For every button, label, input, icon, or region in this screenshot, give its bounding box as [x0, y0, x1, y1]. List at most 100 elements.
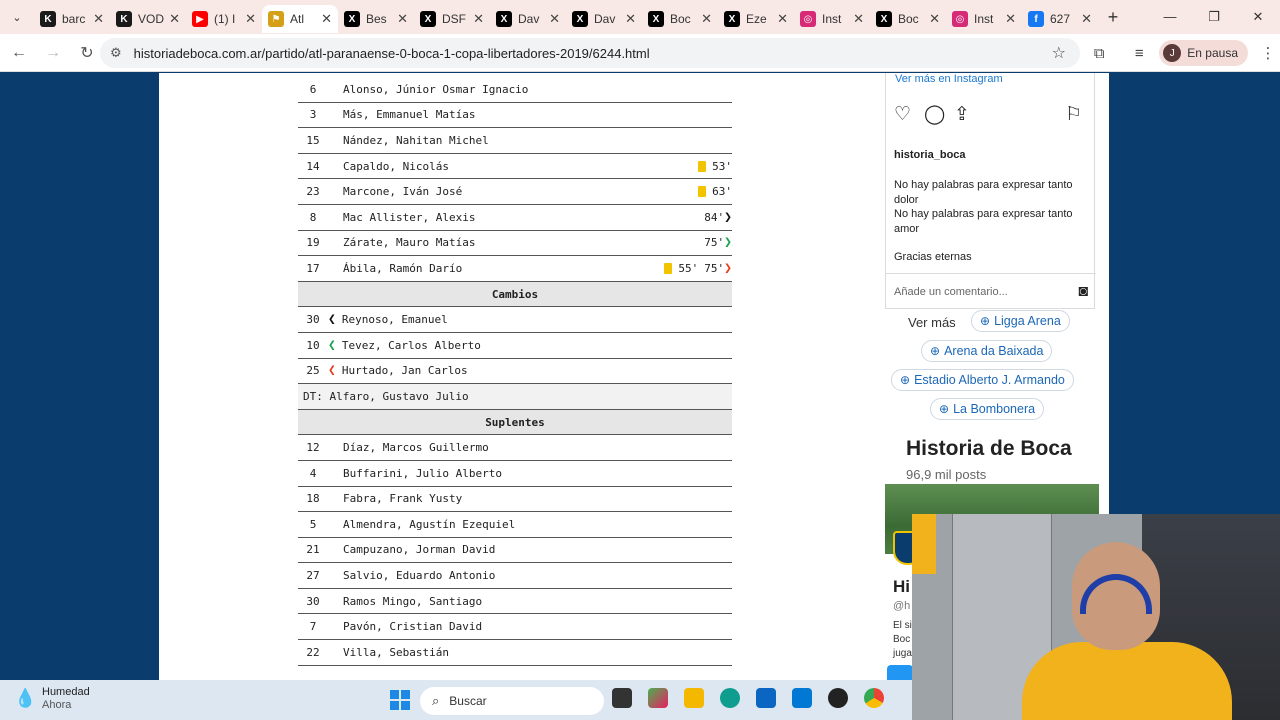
- copilot-icon[interactable]: [648, 688, 668, 708]
- share-icon[interactable]: ⇪: [954, 103, 970, 126]
- sub-minute: 75': [704, 236, 725, 250]
- tab-close-icon[interactable]: ✕: [473, 11, 484, 27]
- tab-close-icon[interactable]: ✕: [169, 11, 180, 27]
- reload-button[interactable]: ↻: [72, 43, 102, 63]
- chip-arena-da-baixada[interactable]: ⊕ Arena da Baixada: [921, 340, 1053, 362]
- taskbar-search[interactable]: ⌕ Buscar: [420, 687, 604, 715]
- start-button[interactable]: [390, 690, 410, 710]
- tab-favicon-icon: X: [420, 11, 436, 27]
- player-number: 17: [306, 261, 320, 275]
- substitute-row: 30 ❮ Reynoso, Emanuel: [298, 307, 732, 333]
- tab-close-icon[interactable]: ✕: [549, 11, 560, 27]
- tab-title: barc: [62, 12, 86, 26]
- tab-close-icon[interactable]: ✕: [245, 11, 256, 27]
- tab-title: Inst: [822, 12, 842, 26]
- card-minute: 63': [712, 185, 732, 199]
- player-events: 63': [698, 185, 732, 198]
- forward-button[interactable]: →: [38, 44, 68, 62]
- bookmark-star-icon[interactable]: ☆: [1052, 43, 1066, 63]
- bookmark-icon[interactable]: ⚐: [1065, 103, 1082, 126]
- media-controls-icon[interactable]: ≡: [1119, 45, 1159, 62]
- browser-tab[interactable]: K VOD ✕: [110, 5, 186, 33]
- player-number: 21: [306, 543, 320, 557]
- follow-button[interactable]: [887, 665, 913, 680]
- sub-in-arrow-icon: ❮: [328, 312, 336, 328]
- comment-icon[interactable]: ◯: [924, 103, 945, 126]
- chip-label: Ligga Arena: [994, 314, 1061, 328]
- webcam-flag: [912, 514, 936, 574]
- weather-text: Humedad Ahora: [42, 686, 90, 712]
- new-tab-button[interactable]: +: [1098, 7, 1128, 28]
- edge-browser-icon[interactable]: [720, 688, 740, 708]
- outlook-icon[interactable]: [756, 688, 776, 708]
- tab-close-icon[interactable]: ✕: [321, 11, 332, 27]
- browser-tab[interactable]: X DSF ✕: [414, 5, 490, 33]
- store-icon[interactable]: [792, 688, 812, 708]
- suplentes-header: Suplentes: [298, 409, 732, 436]
- tab-close-icon[interactable]: ✕: [853, 11, 864, 27]
- instagram-comment-box[interactable]: Añade un comentario... ◙: [886, 273, 1096, 309]
- chip-ligga-arena[interactable]: ⊕ Ligga Arena: [971, 310, 1070, 332]
- instagram-logo-icon[interactable]: ◙: [1078, 283, 1088, 301]
- tab-close-icon[interactable]: ✕: [777, 11, 788, 27]
- tab-search-dropdown[interactable]: ⌄: [0, 0, 34, 34]
- tab-close-icon[interactable]: ✕: [397, 11, 408, 27]
- tab-close-icon[interactable]: ✕: [929, 11, 940, 27]
- browser-tab[interactable]: X Dav ✕: [566, 5, 642, 33]
- tab-title: Boc: [670, 12, 691, 26]
- browser-tab[interactable]: ◎ Inst ✕: [946, 5, 1022, 33]
- browser-tab[interactable]: ▶ (1) I ✕: [186, 5, 262, 33]
- instagram-username[interactable]: historia_boca: [894, 149, 966, 161]
- browser-tab[interactable]: X Bes ✕: [338, 5, 414, 33]
- address-bar[interactable]: ⚙ historiadeboca.com.ar/partido/atl-para…: [100, 38, 1080, 68]
- player-name: Marcone, Iván José: [343, 185, 463, 199]
- profile-button[interactable]: J En pausa: [1159, 40, 1248, 66]
- site-info-icon[interactable]: ⚙: [110, 45, 122, 61]
- player-name: Alonso, Júnior Osmar Ignacio: [343, 82, 529, 96]
- task-view-icon[interactable]: [612, 688, 632, 708]
- tab-close-icon[interactable]: ✕: [1081, 11, 1092, 27]
- player-name: Reynoso, Emanuel: [341, 313, 448, 327]
- chip-estadio-alberto-armando[interactable]: ⊕ Estadio Alberto J. Armando: [891, 369, 1074, 391]
- browser-tab[interactable]: f 627 ✕: [1022, 5, 1098, 33]
- humidity-drop-icon: 💧: [14, 688, 37, 708]
- browser-tab[interactable]: X Boc ✕: [642, 5, 718, 33]
- taskbar-apps: [612, 688, 884, 708]
- browser-tab[interactable]: ⚑ Atl ✕: [262, 5, 338, 33]
- chrome-icon[interactable]: [864, 688, 884, 708]
- browser-menu-icon[interactable]: ⋮: [1256, 44, 1280, 62]
- close-window-button[interactable]: ✕: [1236, 0, 1280, 34]
- sub-minute: 84': [704, 210, 725, 224]
- browser-tab[interactable]: Kbarc ✕: [34, 5, 110, 33]
- caption-line: No hay palabras para expresar tanto dolo…: [894, 179, 1073, 206]
- tab-close-icon[interactable]: ✕: [701, 11, 712, 27]
- browser-tab[interactable]: X Dav ✕: [490, 5, 566, 33]
- chip-la-bombonera[interactable]: ⊕ La Bombonera: [930, 398, 1045, 420]
- tab-favicon-icon: X: [648, 11, 664, 27]
- file-explorer-icon[interactable]: [684, 688, 704, 708]
- weather-widget[interactable]: 💧 Humedad Ahora: [14, 686, 90, 712]
- player-number: 12: [306, 441, 320, 455]
- obs-icon[interactable]: [828, 688, 848, 708]
- tab-close-icon[interactable]: ✕: [93, 11, 104, 27]
- sub-in-arrow-icon: ❮: [328, 363, 336, 379]
- tab-close-icon[interactable]: ✕: [1005, 11, 1016, 27]
- minimize-button[interactable]: —: [1148, 0, 1192, 34]
- browser-toolbar: ← → ↻ ⚙ historiadeboca.com.ar/partido/at…: [0, 34, 1280, 72]
- tab-favicon-icon: K: [40, 11, 56, 27]
- tab-title: Eze: [746, 12, 767, 26]
- browser-tab[interactable]: X Eze ✕: [718, 5, 794, 33]
- browser-tab[interactable]: X Boc ✕: [870, 5, 946, 33]
- substitute-row: 10 ❮ Tevez, Carlos Alberto: [298, 333, 732, 359]
- chip-label: Estadio Alberto J. Armando: [914, 373, 1065, 387]
- browser-tab[interactable]: ◎ Inst ✕: [794, 5, 870, 33]
- back-button[interactable]: ←: [4, 44, 34, 62]
- instagram-view-more-link[interactable]: Ver más en Instagram: [895, 73, 1003, 85]
- yellow-card-icon: [664, 262, 673, 274]
- webcam-overlay: [912, 514, 1280, 720]
- instagram-actions: ♡ ◯ ⇪ ⚐: [894, 103, 1088, 125]
- like-icon[interactable]: ♡: [894, 103, 911, 126]
- restore-button[interactable]: ❐: [1192, 0, 1236, 34]
- tab-close-icon[interactable]: ✕: [625, 11, 636, 27]
- extensions-icon[interactable]: ⧉: [1079, 45, 1119, 62]
